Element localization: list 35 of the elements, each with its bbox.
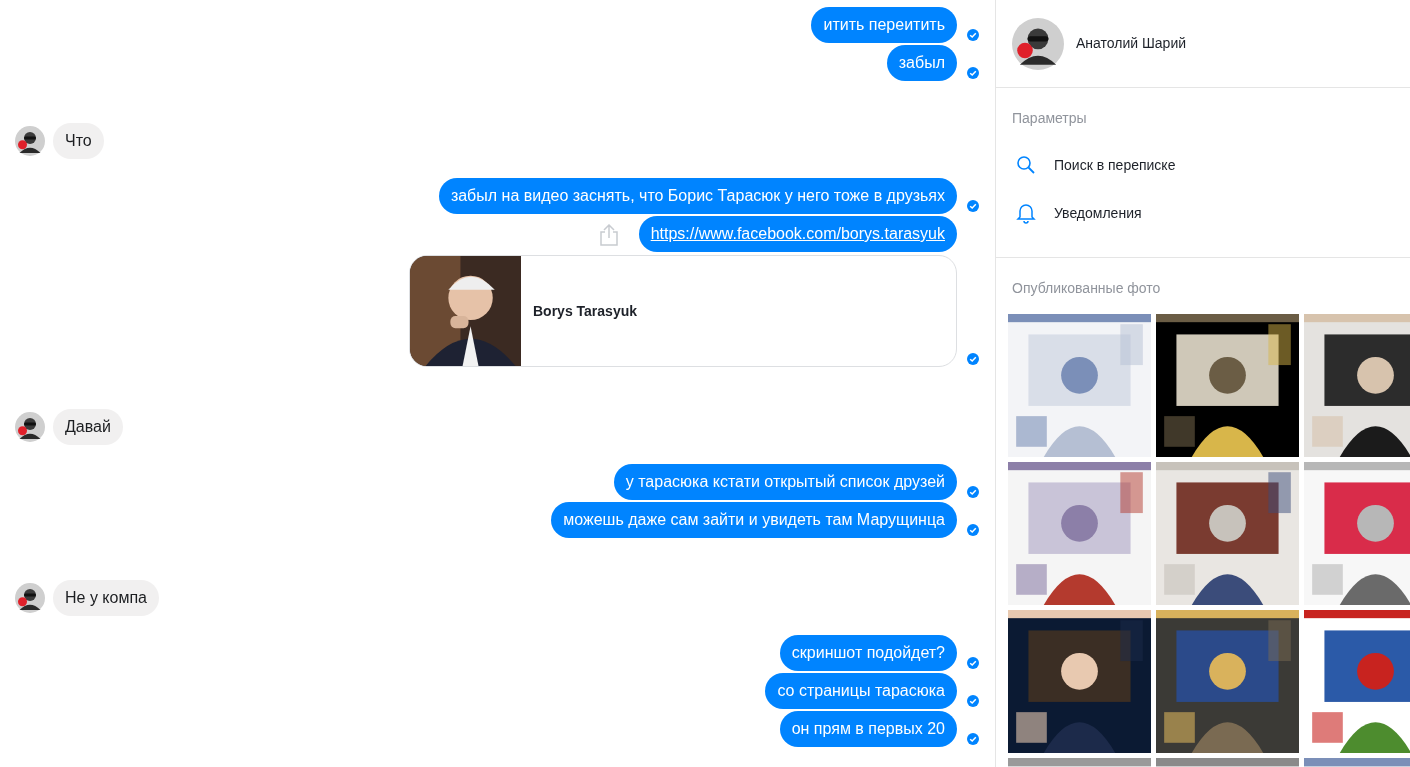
sent-check-icon [967, 524, 979, 536]
message-bubble: можешь даже сам зайти и увидеть там Марущинца [551, 502, 957, 538]
sent-check-icon [967, 200, 979, 212]
contact-name: Анатолий Шарий [1076, 34, 1187, 53]
message-bubble: итить переитить [811, 7, 957, 43]
section-title: Опубликованные фото [1011, 279, 1162, 298]
message-bubble: забыл на видео заснять, что Борис Тарасюк у него тоже в друзьях [438, 178, 957, 214]
link[interactable]: https://www.facebook.com/borys.tarasyuk [638, 216, 957, 252]
message-bubble: Не у компа [53, 580, 159, 616]
message-bubble: он прям в первых 20 [779, 711, 957, 747]
avatar-icon [15, 583, 45, 613]
option-item[interactable]: Поиск в переписке [996, 141, 1410, 189]
message-bubble: Давай [53, 409, 123, 445]
link-preview-card[interactable]: Borys Tarasyuk [409, 255, 957, 367]
bell-icon [1016, 202, 1036, 224]
sent-check-icon [967, 29, 979, 41]
avatar-icon [15, 126, 45, 156]
avatar-icon [15, 412, 45, 442]
section-title: Параметры [1011, 109, 1088, 128]
search-icon [1016, 155, 1036, 175]
option-item[interactable]: Уведомления [996, 189, 1410, 237]
sent-check-icon [967, 486, 979, 498]
sent-check-icon [967, 695, 979, 707]
share-icon[interactable] [598, 224, 619, 246]
message-bubble: скриншот подойдет? [779, 635, 957, 671]
sent-check-icon [967, 657, 979, 669]
avatar-icon [1012, 17, 1064, 70]
message-bubble: Что [53, 123, 104, 159]
message-bubble: у тарасюка кстати открытый список друзей [613, 464, 957, 500]
message-bubble: со страницы тарасюка [765, 673, 957, 709]
preview-title: Borys Tarasyuk [533, 301, 637, 321]
sent-check-icon [967, 733, 979, 745]
sent-check-icon [967, 67, 979, 79]
sent-check-icon [967, 353, 979, 365]
message-bubble: забыл [886, 45, 957, 81]
